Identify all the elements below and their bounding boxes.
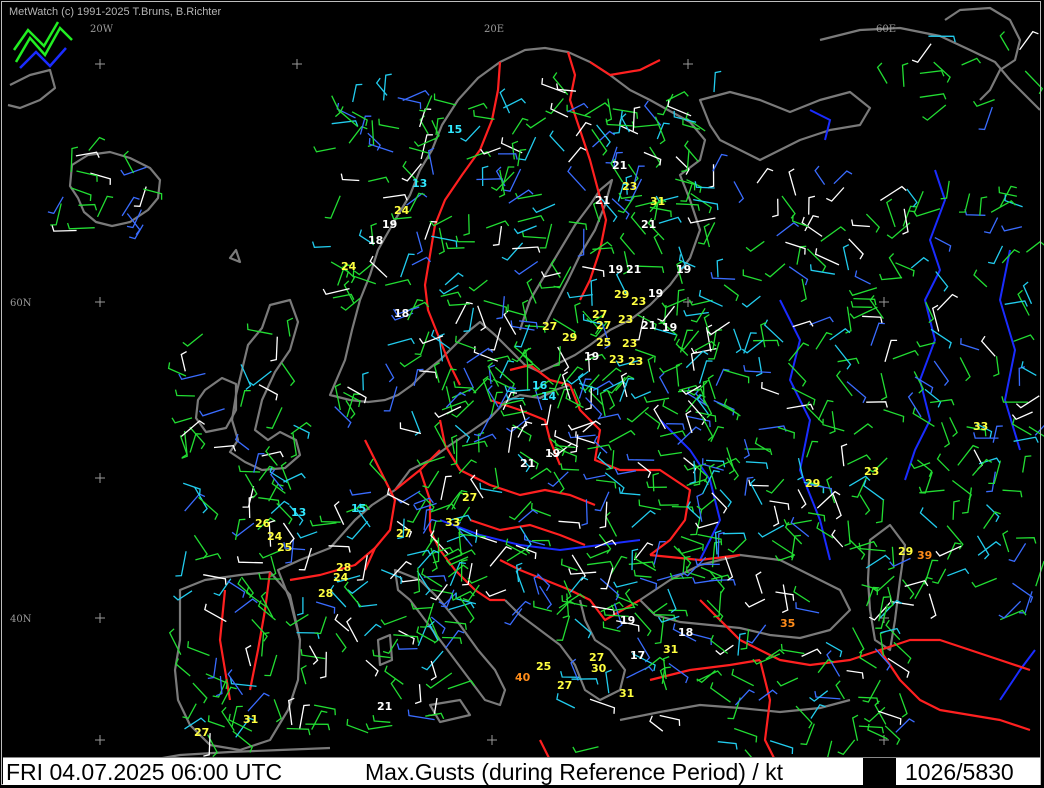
gust-value-label: 19	[382, 218, 397, 231]
gust-value-label: 25	[536, 660, 551, 673]
gust-value-label: 21	[595, 194, 610, 207]
gust-value-label: 30	[591, 662, 607, 675]
gust-value-label: 19	[608, 263, 623, 276]
gust-value-label: 18	[368, 234, 383, 247]
gust-value-label: 19	[676, 263, 691, 276]
gust-value-label: 31	[619, 687, 634, 700]
grid-label-20w: 20W	[90, 24, 114, 35]
gust-value-label: 21	[377, 700, 392, 713]
gust-value-label: 29	[898, 545, 913, 558]
gust-value-label: 21	[626, 263, 641, 276]
copyright-text: MetWatch (c) 1991-2025 T.Bruns, B.Richte…	[9, 6, 222, 18]
grid-label-60n: 60N	[10, 298, 32, 309]
gust-value-label: 31	[650, 195, 665, 208]
gust-value-label: 25	[277, 541, 292, 554]
gust-value-label: 31	[243, 713, 258, 726]
gust-value-label: 23	[631, 295, 646, 308]
gust-value-label: 31	[663, 643, 678, 656]
gust-value-label: 19	[545, 447, 560, 460]
gust-value-label: 19	[620, 614, 635, 627]
gust-value-label: 19	[584, 350, 599, 363]
gust-value-label: 27	[596, 319, 611, 332]
station-count: 1026/5830	[905, 759, 1014, 785]
gust-value-label: 15	[447, 123, 462, 136]
gust-value-label: 17	[630, 649, 645, 662]
status-indicator	[863, 758, 896, 785]
gust-value-label: 29	[614, 288, 629, 301]
gust-value-label: 26	[255, 517, 271, 530]
gust-value-label: 15	[351, 502, 366, 515]
gust-value-label: 23	[618, 313, 633, 326]
gust-value-label: 23	[622, 180, 637, 193]
grid-label-60e: 60E	[876, 24, 896, 35]
gust-value-label: 23	[864, 465, 879, 478]
gust-value-label: 33	[973, 420, 988, 433]
gust-value-label: 29	[562, 331, 577, 344]
gust-value-label: 33	[445, 516, 460, 529]
gust-value-label: 18	[678, 626, 693, 639]
gust-value-label: 29	[805, 477, 820, 490]
map-title: Max.Gusts (during Reference Period) / kt	[365, 759, 783, 785]
gust-value-label: 27	[462, 491, 477, 504]
gust-value-label: 27	[557, 679, 572, 692]
gust-value-label: 24	[341, 260, 357, 273]
gust-value-label: 14	[541, 390, 557, 403]
gust-value-label: 21	[641, 319, 656, 332]
datetime-label: FRI 04.07.2025 06:00 UTC	[6, 759, 283, 785]
gust-value-label: 13	[291, 506, 306, 519]
status-bar: FRI 04.07.2025 06:00 UTC Max.Gusts (duri…	[3, 757, 1040, 785]
gust-value-label: 19	[662, 321, 677, 334]
gust-value-label: 24	[394, 204, 410, 217]
gust-value-label: 27	[542, 320, 557, 333]
gust-value-label: 23	[622, 337, 637, 350]
gust-value-label: 25	[596, 336, 611, 349]
gust-value-label: 23	[609, 353, 624, 366]
grid-label-20e: 20E	[484, 24, 504, 35]
gust-value-label: 19	[648, 287, 663, 300]
gust-value-label: 40	[515, 671, 531, 684]
grid-label-40n: 40N	[10, 614, 32, 625]
gust-value-label: 28	[318, 587, 333, 600]
gust-value-label: 21	[612, 159, 627, 172]
gust-value-label: 39	[917, 549, 932, 562]
gust-value-label: 18	[394, 307, 409, 320]
gust-value-label: 27	[194, 726, 209, 739]
gust-value-label: 21	[520, 457, 535, 470]
gust-value-label: 35	[780, 617, 795, 630]
gust-value-label: 21	[641, 218, 656, 231]
weather-map[interactable]: 20W 20E 60E 60N 40N 15132419182418212321…	[0, 0, 1044, 788]
gust-value-label: 23	[628, 355, 643, 368]
gust-value-label: 13	[412, 177, 427, 190]
gust-value-label: 24	[333, 571, 349, 584]
gust-value-label: 27	[396, 527, 411, 540]
